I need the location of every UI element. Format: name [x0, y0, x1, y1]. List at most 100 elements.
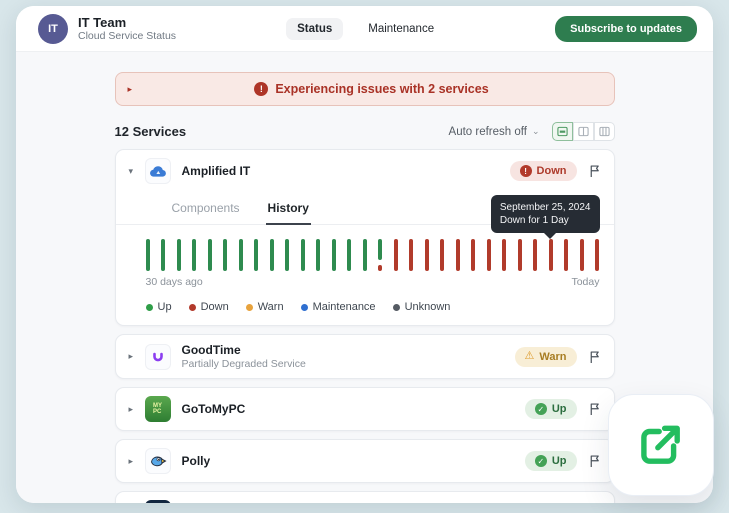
amplified-it-cloud-logo	[144, 158, 171, 184]
legend-item-maintenance: Maintenance	[300, 301, 376, 313]
header-nav: Status Maintenance	[176, 17, 555, 40]
services-count-title: 12 Services	[114, 124, 187, 139]
status-badge-label: Down	[536, 165, 567, 177]
service-card-header[interactable]: ▾ Amplified IT ! Down	[116, 150, 614, 192]
history-axis-labels: 30 days ago Today	[146, 276, 600, 288]
history-bar-up[interactable]	[269, 239, 274, 271]
flag-report-icon[interactable]	[588, 350, 601, 364]
brightly-logo	[144, 500, 171, 503]
history-bar-down[interactable]	[486, 239, 491, 271]
legend-dot-icon	[188, 303, 196, 311]
history-bar-down[interactable]	[393, 239, 398, 271]
chevron-down-icon[interactable]: ⌄	[532, 126, 540, 137]
status-badge-up: ✓ Up	[524, 399, 577, 419]
history-bar-down[interactable]	[595, 239, 600, 271]
chevron-down-icon[interactable]: ▾	[129, 166, 145, 177]
history-bar-up[interactable]	[145, 239, 150, 271]
service-name: GoodTime	[181, 343, 241, 357]
history-bar-down[interactable]	[471, 239, 476, 271]
history-bar-down[interactable]	[564, 239, 569, 271]
service-card-header[interactable]: ▸ Polly ✓ Up	[116, 440, 614, 482]
alert-message-wrap: ! Experiencing issues with 2 services	[142, 82, 602, 96]
history-bar-up[interactable]	[161, 239, 166, 271]
history-bar-up[interactable]	[347, 239, 352, 271]
chevron-right-icon[interactable]: ▸	[129, 456, 145, 467]
history-tooltip: September 25, 2024 Down for 1 Day	[490, 195, 600, 233]
service-card-goodtime: ▸ GoodTime Partially Degraded Service ⚠ Warn	[114, 334, 615, 379]
history-bar-down[interactable]	[409, 239, 414, 271]
history-bar-up[interactable]	[362, 239, 367, 271]
axis-end-label: Today	[571, 276, 600, 288]
tab-history[interactable]: History	[265, 194, 311, 225]
services-list: ▸ GoodTime Partially Degraded Service ⚠ Warn…	[114, 334, 615, 503]
subscribe-to-updates-button[interactable]: Subscribe to updates	[555, 15, 697, 42]
service-name: Amplified IT	[181, 164, 251, 178]
flag-report-icon[interactable]	[588, 164, 601, 178]
legend-item-up: Up	[145, 301, 172, 313]
service-name: Polly	[181, 454, 211, 468]
history-bar-up-down[interactable]	[378, 239, 383, 271]
history-bars	[145, 239, 600, 271]
down-circle-icon: !	[519, 165, 532, 177]
legend-dot-icon	[300, 303, 308, 311]
history-bar-up[interactable]	[238, 239, 243, 271]
service-card-header[interactable]: ▸ MY PC GoToMyPC ✓ Up	[116, 388, 614, 430]
auto-refresh-dropdown[interactable]: Auto refresh off	[449, 126, 527, 138]
axis-start-label: 30 days ago	[145, 276, 203, 288]
history-bar-up[interactable]	[207, 239, 212, 271]
history-bar-down[interactable]	[502, 239, 507, 271]
history-bar-down[interactable]	[440, 239, 445, 271]
error-circle-icon: !	[254, 82, 269, 96]
history-bar-down[interactable]	[579, 239, 584, 271]
page-header: IT IT Team Cloud Service Status Status M…	[16, 6, 713, 52]
status-badge-up: ✓ Up	[524, 451, 577, 471]
tooltip-status: Down for 1 Day	[499, 215, 569, 226]
flag-report-icon[interactable]	[588, 454, 601, 468]
history-bar-down[interactable]	[517, 239, 522, 271]
up-check-icon: ✓	[534, 403, 547, 415]
view-list-button[interactable]	[551, 122, 573, 141]
chevron-right-icon[interactable]: ▸	[128, 84, 142, 95]
history-bar-up[interactable]	[316, 239, 321, 271]
tooltip-caret	[543, 233, 556, 239]
goodtime-logo	[144, 343, 171, 370]
history-bar-down[interactable]	[424, 239, 429, 271]
issues-alert-banner[interactable]: ▸ ! Experiencing issues with 2 services	[114, 72, 615, 106]
alert-message: Experiencing issues with 2 services	[275, 82, 489, 96]
legend-item-unknown: Unknown	[392, 301, 450, 313]
status-badge-label: Warn	[539, 350, 567, 363]
view-columns-2-button[interactable]	[572, 122, 594, 141]
service-card-header[interactable]: ▸ GoodTime Partially Degraded Service ⚠ Warn	[116, 335, 614, 378]
history-bar-down[interactable]	[533, 239, 538, 271]
service-card-brightly-software: ▸Brightly Software✓Up	[114, 491, 615, 503]
history-bar-down[interactable]	[455, 239, 460, 271]
history-bar-up[interactable]	[176, 239, 181, 271]
view-columns-3-button[interactable]	[593, 122, 615, 141]
legend-dot-icon	[392, 303, 400, 311]
page-title: IT Team	[78, 14, 127, 30]
history-bar-up[interactable]	[192, 239, 197, 271]
chevron-right-icon[interactable]: ▸	[129, 351, 145, 362]
open-external-widget[interactable]	[608, 394, 714, 496]
chevron-right-icon[interactable]: ▸	[129, 404, 145, 415]
flag-report-icon[interactable]	[588, 402, 601, 416]
legend-dot-icon	[145, 303, 153, 311]
polly-logo	[144, 448, 171, 474]
tooltip-date: September 25, 2024	[499, 202, 591, 213]
history-bar-up[interactable]	[223, 239, 228, 271]
history-bar-down[interactable]	[548, 239, 553, 271]
service-card-gotomypc: ▸ MY PC GoToMyPC ✓ Up	[114, 387, 615, 431]
service-card-header[interactable]: ▸Brightly Software✓Up	[116, 492, 614, 503]
tab-maintenance[interactable]: Maintenance	[357, 18, 445, 40]
tab-components[interactable]: Components	[170, 194, 242, 224]
service-subtitle: Partially Degraded Service	[181, 358, 306, 370]
history-bar-up[interactable]	[300, 239, 305, 271]
external-link-icon	[641, 425, 680, 464]
history-bar-up[interactable]	[331, 239, 336, 271]
tab-status[interactable]: Status	[286, 17, 344, 40]
list-view-icon	[556, 126, 568, 137]
history-chart: September 25, 2024 Down for 1 Day	[145, 195, 600, 271]
warn-triangle-icon: ⚠	[524, 350, 535, 362]
history-bar-up[interactable]	[254, 239, 259, 271]
history-bar-up[interactable]	[285, 239, 290, 271]
